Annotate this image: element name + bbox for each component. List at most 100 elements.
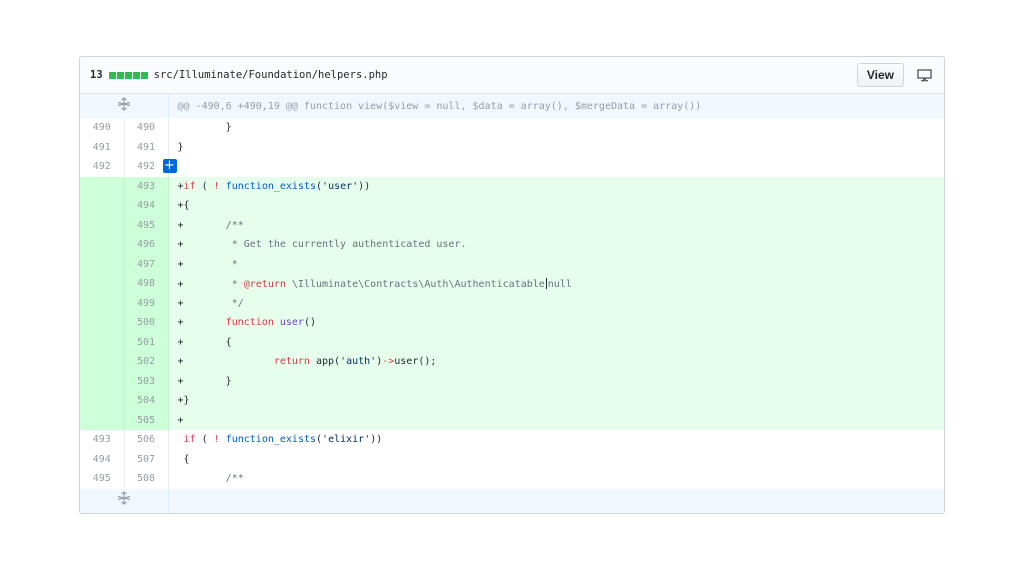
added-row: 496 + * Get the currently authenticated … xyxy=(80,235,944,255)
comment: \Illuminate\Contracts\Auth\Authenticatab… xyxy=(285,278,545,290)
new-line-number[interactable]: 496 xyxy=(124,235,169,255)
comment: null xyxy=(547,278,572,290)
diffstat-bar xyxy=(108,71,148,79)
diff-row: 495 508 /** xyxy=(80,469,944,489)
added-row: 500 + function user() xyxy=(80,313,944,333)
code-text: app( xyxy=(309,356,341,368)
new-line-number[interactable]: 507 xyxy=(124,449,169,469)
code-text: () xyxy=(303,317,317,329)
code-line: if ( ! function_exists('elixir')) xyxy=(168,430,944,450)
code-line: +if ( ! function_exists('user')) xyxy=(168,176,944,196)
expand-down-button[interactable] xyxy=(80,488,169,513)
new-line-number[interactable]: 504 xyxy=(124,391,169,411)
diffstat-block xyxy=(140,71,148,79)
code-text: + xyxy=(177,356,274,368)
text-cursor xyxy=(545,277,547,289)
new-line-number[interactable]: 491 xyxy=(124,137,169,157)
code-text: )) xyxy=(358,180,371,192)
old-line-number xyxy=(80,410,125,430)
added-row: 501 + { xyxy=(80,332,944,352)
code-text: + xyxy=(177,297,226,309)
new-line-number[interactable]: 502 xyxy=(124,352,169,372)
old-line-number[interactable]: 494 xyxy=(80,449,125,469)
change-count: 13 xyxy=(90,69,103,81)
code-line: + xyxy=(162,157,944,177)
hunk-footer xyxy=(168,488,944,513)
code-line: + * Get the currently authenticated user… xyxy=(168,235,944,255)
plus-icon[interactable]: + xyxy=(162,159,177,173)
hunk-footer-row xyxy=(80,488,944,513)
code-text: ( xyxy=(195,434,214,446)
old-line-number xyxy=(80,371,125,391)
diffstat-block xyxy=(124,71,132,79)
function-name: function_exists xyxy=(225,180,317,192)
new-line-number[interactable]: 501 xyxy=(124,332,169,352)
file-path[interactable]: src/Illuminate/Foundation/helpers.php xyxy=(154,69,388,81)
diffstat-block xyxy=(132,71,140,79)
new-line-number[interactable]: 492 xyxy=(124,157,169,177)
old-line-number xyxy=(80,352,125,372)
code-line: { xyxy=(177,453,190,465)
new-line-number[interactable]: 500 xyxy=(124,313,169,333)
added-row: 505 + xyxy=(80,410,944,430)
code-line: + function user() xyxy=(168,313,944,333)
added-row: 495 + /** xyxy=(80,215,944,235)
code-line: + */ xyxy=(168,293,944,313)
desktop-icon[interactable] xyxy=(916,68,932,82)
file-header: 13 src/Illuminate/Foundation/helpers.php… xyxy=(80,57,944,94)
new-line-number[interactable]: 497 xyxy=(124,254,169,274)
new-line-number[interactable]: 490 xyxy=(124,118,169,138)
new-line-number[interactable]: 499 xyxy=(124,293,169,313)
added-row: 497 + * xyxy=(80,254,944,274)
new-line-number[interactable]: 508 xyxy=(124,469,169,489)
function-name: user xyxy=(279,317,304,329)
new-line-number[interactable]: 503 xyxy=(124,371,169,391)
old-line-number xyxy=(80,332,125,352)
function-name: function_exists xyxy=(225,434,317,446)
string-literal: 'auth' xyxy=(340,356,377,368)
code-line: + * @return \Illuminate\Contracts\Auth\A… xyxy=(168,274,944,294)
new-line-number[interactable]: 493 xyxy=(124,176,169,196)
code-text: )) xyxy=(370,434,383,446)
code-text: + xyxy=(177,278,226,290)
view-button[interactable]: View xyxy=(856,63,904,87)
added-row: 494 +{ xyxy=(80,196,944,216)
comment: /** xyxy=(225,473,244,485)
code-line: + xyxy=(168,410,944,430)
code-line: + /** xyxy=(168,215,944,235)
new-line-number[interactable]: 505 xyxy=(124,410,169,430)
code-text: user(); xyxy=(394,356,437,368)
code-line: } xyxy=(177,141,184,153)
old-line-number[interactable]: 492 xyxy=(80,157,125,177)
new-line-number[interactable]: 498 xyxy=(124,274,169,294)
added-row: 503 + } xyxy=(80,371,944,391)
old-line-number[interactable]: 491 xyxy=(80,137,125,157)
keyword: function xyxy=(225,317,274,329)
old-line-number[interactable]: 493 xyxy=(80,430,125,450)
code-line: /** xyxy=(168,469,944,489)
expand-up-button[interactable] xyxy=(80,94,169,118)
code-line: + } xyxy=(168,371,944,391)
old-line-number xyxy=(80,176,125,196)
doc-tag: @return xyxy=(243,278,286,290)
old-line-number[interactable]: 490 xyxy=(80,118,125,138)
diff-row: 493 506 if ( ! function_exists('elixir')… xyxy=(80,430,944,450)
diff-row: 490 490 } xyxy=(80,118,944,138)
added-row: 504 +} xyxy=(80,391,944,411)
old-line-number xyxy=(80,274,125,294)
new-line-number[interactable]: 495 xyxy=(124,215,169,235)
code-line: + return app('auth')->user(); xyxy=(168,352,944,372)
new-line-number[interactable]: 506 xyxy=(124,430,169,450)
diff-row: 491 491 } xyxy=(80,137,944,157)
code-text: + xyxy=(177,219,226,231)
code-text: ( xyxy=(195,180,214,192)
code-text: + xyxy=(177,317,226,329)
diff-row: 494 507 { xyxy=(80,449,944,469)
comment: */ xyxy=(225,297,244,309)
old-line-number[interactable]: 495 xyxy=(80,469,125,489)
diff-file: 13 src/Illuminate/Foundation/helpers.php… xyxy=(79,56,945,514)
new-line-number[interactable]: 494 xyxy=(124,196,169,216)
added-row: 499 + */ xyxy=(80,293,944,313)
diff-table: @@ -490,6 +490,19 @@ function view($view… xyxy=(80,94,944,513)
